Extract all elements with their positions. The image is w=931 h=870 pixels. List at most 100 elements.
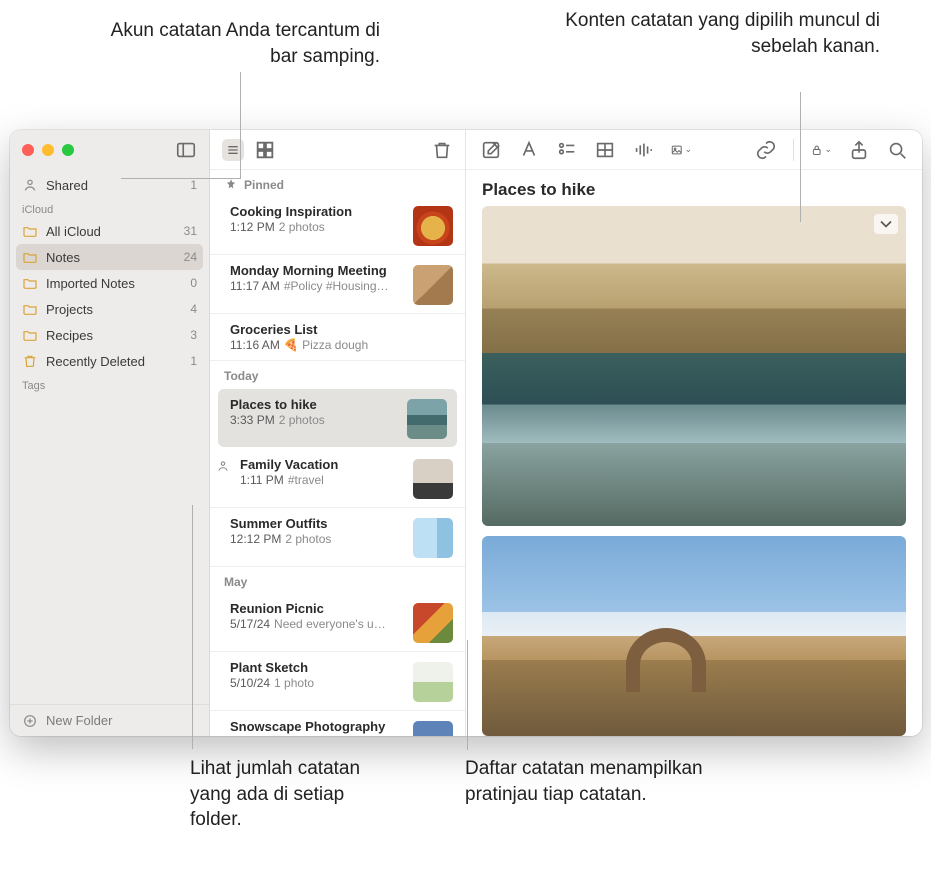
note-item-reunion-picnic[interactable]: Reunion Picnic 5/17/24Need everyone's u… <box>210 593 465 652</box>
sidebar-item-label: Recently Deleted <box>46 354 145 369</box>
note-title: Groceries List <box>230 322 453 337</box>
app-window: Shared 1 iCloud All iCloud 31 Notes 24 I… <box>10 130 922 736</box>
sidebar-item-label: Notes <box>46 250 80 265</box>
note-thumbnail <box>413 459 453 499</box>
note-subtitle: 1:12 PM2 photos <box>230 220 403 234</box>
sidebar-item-count: 0 <box>190 276 197 290</box>
folder-icon <box>22 301 38 317</box>
table-button[interactable] <box>594 139 616 161</box>
sidebar-item-shared[interactable]: Shared 1 <box>10 172 209 198</box>
folder-icon <box>22 327 38 343</box>
media-button[interactable]: ⌄ <box>670 139 692 161</box>
note-image-2[interactable] <box>482 536 906 736</box>
section-label: May <box>224 575 247 589</box>
callout-line <box>240 72 241 178</box>
callout-line <box>121 178 241 179</box>
rock-arch <box>626 628 706 692</box>
note-content[interactable] <box>466 206 922 736</box>
note-item-monday-meeting[interactable]: Monday Morning Meeting 11:17 AM#Policy #… <box>210 255 465 314</box>
note-title: Monday Morning Meeting <box>230 263 403 278</box>
minimize-button[interactable] <box>42 144 54 156</box>
titlebar <box>10 130 209 170</box>
callout-top-left: Akun catatan Anda tercantum di bar sampi… <box>110 18 380 69</box>
note-subtitle: 3:33 PM2 photos <box>230 413 397 427</box>
sidebar-item-count: 4 <box>190 302 197 316</box>
image-expand-button[interactable] <box>874 214 898 234</box>
note-subtitle: 5/17/24Need everyone's u… <box>230 617 403 631</box>
plus-circle-icon <box>22 713 38 729</box>
sidebar: Shared 1 iCloud All iCloud 31 Notes 24 I… <box>10 130 210 736</box>
format-button[interactable] <box>518 139 540 161</box>
sidebar-item-recently-deleted[interactable]: Recently Deleted 1 <box>10 348 209 374</box>
divider <box>793 139 794 161</box>
note-item-groceries[interactable]: Groceries List 11:16 AM🍕 Pizza dough <box>210 314 465 361</box>
sidebar-item-count: 1 <box>190 354 197 368</box>
sidebar-item-label: Projects <box>46 302 93 317</box>
note-item-summer-outfits[interactable]: Summer Outfits 12:12 PM2 photos <box>210 508 465 567</box>
editor: ⌄ ⌄ Places to hike <box>466 130 922 736</box>
note-subtitle: 11:17 AM#Policy #Housing… <box>230 279 403 293</box>
notelist-section-may: May <box>210 567 465 593</box>
note-title: Summer Outfits <box>230 516 403 531</box>
sidebar-item-notes[interactable]: Notes 24 <box>16 244 203 270</box>
note-thumbnail <box>413 265 453 305</box>
note-subtitle: 12:12 PM2 photos <box>230 532 403 546</box>
note-title: Snowscape Photography <box>230 719 403 734</box>
sidebar-item-count: 3 <box>190 328 197 342</box>
sidebar-item-projects[interactable]: Projects 4 <box>10 296 209 322</box>
share-button[interactable] <box>848 139 870 161</box>
callout-bottom-right: Daftar catatan menampilkan pratinjau tia… <box>465 756 725 807</box>
window-controls <box>22 144 74 156</box>
sidebar-list: Shared 1 iCloud All iCloud 31 Notes 24 I… <box>10 170 209 704</box>
note-title: Cooking Inspiration <box>230 204 403 219</box>
note-image-1[interactable] <box>482 206 906 526</box>
person-icon <box>22 177 38 193</box>
compose-button[interactable] <box>480 139 502 161</box>
sidebar-item-imported-notes[interactable]: Imported Notes 0 <box>10 270 209 296</box>
note-title: Family Vacation <box>240 457 403 472</box>
sidebar-item-label: Recipes <box>46 328 93 343</box>
search-button[interactable] <box>886 139 908 161</box>
lock-button[interactable]: ⌄ <box>810 139 832 161</box>
note-thumbnail <box>413 721 453 736</box>
note-thumbnail <box>407 399 447 439</box>
note-item-cooking-inspiration[interactable]: Cooking Inspiration 1:12 PM2 photos <box>210 196 465 255</box>
note-item-places-to-hike[interactable]: Places to hike 3:33 PM2 photos <box>218 389 457 447</box>
note-item-plant-sketch[interactable]: Plant Sketch 5/10/241 photo <box>210 652 465 711</box>
note-title: Places to hike <box>466 170 922 206</box>
audio-button[interactable] <box>632 139 654 161</box>
note-subtitle: 11:16 AM🍕 Pizza dough <box>230 338 453 352</box>
sidebar-section-tags: Tags <box>10 374 209 394</box>
note-thumbnail <box>413 518 453 558</box>
note-title: Plant Sketch <box>230 660 403 675</box>
note-subtitle: 1:11 PM#travel <box>240 473 403 487</box>
sidebar-item-all-icloud[interactable]: All iCloud 31 <box>10 218 209 244</box>
new-folder-label: New Folder <box>46 713 112 728</box>
zoom-button[interactable] <box>62 144 74 156</box>
close-button[interactable] <box>22 144 34 156</box>
sidebar-item-label: Imported Notes <box>46 276 135 291</box>
note-subtitle: 5/10/241 photo <box>230 676 403 690</box>
notelist: Pinned Cooking Inspiration 1:12 PM2 phot… <box>210 130 466 736</box>
delete-note-button[interactable] <box>431 139 453 161</box>
sidebar-item-recipes[interactable]: Recipes 3 <box>10 322 209 348</box>
note-title: Places to hike <box>230 397 397 412</box>
grid-view-button[interactable] <box>254 139 276 161</box>
toggle-sidebar-icon[interactable] <box>175 139 197 161</box>
checklist-button[interactable] <box>556 139 578 161</box>
callout-line <box>800 92 801 222</box>
new-folder-button[interactable]: New Folder <box>10 704 209 736</box>
sidebar-item-label: Shared <box>46 178 88 193</box>
link-button[interactable] <box>755 139 777 161</box>
callout-line <box>467 640 468 750</box>
note-item-snowscape[interactable]: Snowscape Photography <box>210 711 465 736</box>
shared-icon <box>216 459 230 473</box>
note-thumbnail <box>413 662 453 702</box>
section-label: Pinned <box>244 178 284 192</box>
note-item-family-vacation[interactable]: Family Vacation 1:11 PM#travel <box>210 449 465 508</box>
note-thumbnail <box>413 206 453 246</box>
folder-icon <box>22 223 38 239</box>
folder-icon <box>22 249 38 265</box>
sidebar-item-count: 31 <box>184 224 197 238</box>
note-thumbnail <box>413 603 453 643</box>
